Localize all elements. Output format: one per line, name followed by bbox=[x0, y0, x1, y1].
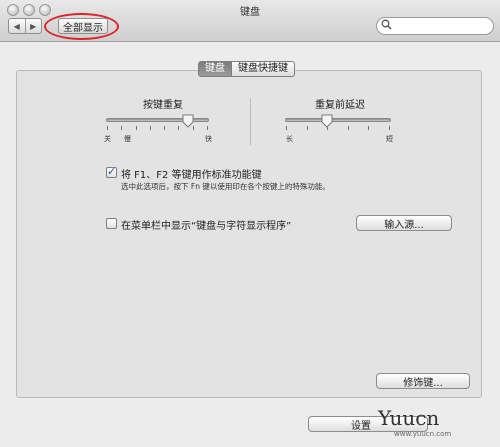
search-input[interactable] bbox=[394, 19, 489, 33]
nav-buttons: ◀ ▶ bbox=[8, 18, 42, 34]
delay-until-repeat-title: 重复前延迟 bbox=[315, 100, 365, 111]
function-keys-checkbox[interactable] bbox=[106, 165, 117, 178]
delay-until-repeat-slider-knob[interactable] bbox=[321, 114, 333, 128]
watermark-logo: Yuucn bbox=[378, 406, 440, 430]
watermark-url: www.yuucn.com bbox=[394, 430, 452, 438]
tab-bar: 键盘 键盘快捷键 bbox=[198, 61, 295, 77]
function-keys-label[interactable]: 将 F1、F2 等键用作标准功能键 bbox=[121, 166, 262, 181]
input-sources-button[interactable]: 输入源... bbox=[356, 215, 452, 231]
key-repeat-label-slow: 慢 bbox=[124, 135, 131, 143]
back-arrow-icon: ◀ bbox=[13, 21, 20, 31]
delay-label-short: 短 bbox=[386, 135, 393, 143]
keyboard-panel bbox=[16, 70, 482, 398]
key-repeat-title: 按键重复 bbox=[143, 100, 183, 111]
delay-until-repeat-track[interactable] bbox=[285, 118, 391, 122]
delay-label-long: 长 bbox=[286, 135, 293, 143]
back-button[interactable]: ◀ bbox=[9, 19, 25, 33]
delay-until-repeat-ticks bbox=[286, 126, 390, 130]
key-repeat-slider-knob[interactable] bbox=[182, 114, 194, 128]
tab-keyboard[interactable]: 键盘 bbox=[199, 62, 231, 76]
search-icon bbox=[381, 19, 395, 33]
show-all-button[interactable]: 全部显示 bbox=[58, 18, 108, 34]
modifier-keys-button[interactable]: 修饰键... bbox=[376, 373, 470, 389]
toolbar: 键盘 ◀ ▶ 全部显示 bbox=[0, 0, 500, 42]
key-repeat-label-off: 关 bbox=[104, 135, 111, 143]
preferences-window: 键盘 ◀ ▶ 全部显示 键盘 键盘快捷键 按键重复 关 慢 快 重复前延迟 长 … bbox=[0, 0, 500, 447]
show-viewer-in-menubar-checkbox[interactable] bbox=[106, 218, 117, 229]
key-repeat-label-fast: 快 bbox=[205, 135, 212, 143]
slider-divider bbox=[250, 98, 251, 145]
window-title: 键盘 bbox=[240, 7, 260, 18]
show-viewer-in-menubar-label[interactable]: 在菜单栏中显示“键盘与字符显示程序” bbox=[121, 217, 291, 232]
forward-button[interactable]: ▶ bbox=[24, 19, 42, 33]
forward-arrow-icon: ▶ bbox=[30, 21, 37, 31]
search-field[interactable] bbox=[376, 17, 494, 35]
tab-keyboard-shortcuts[interactable]: 键盘快捷键 bbox=[231, 62, 294, 76]
function-keys-note: 选中此选项后，按下 Fn 键以使用印在各个按键上的特殊功能。 bbox=[121, 182, 330, 191]
